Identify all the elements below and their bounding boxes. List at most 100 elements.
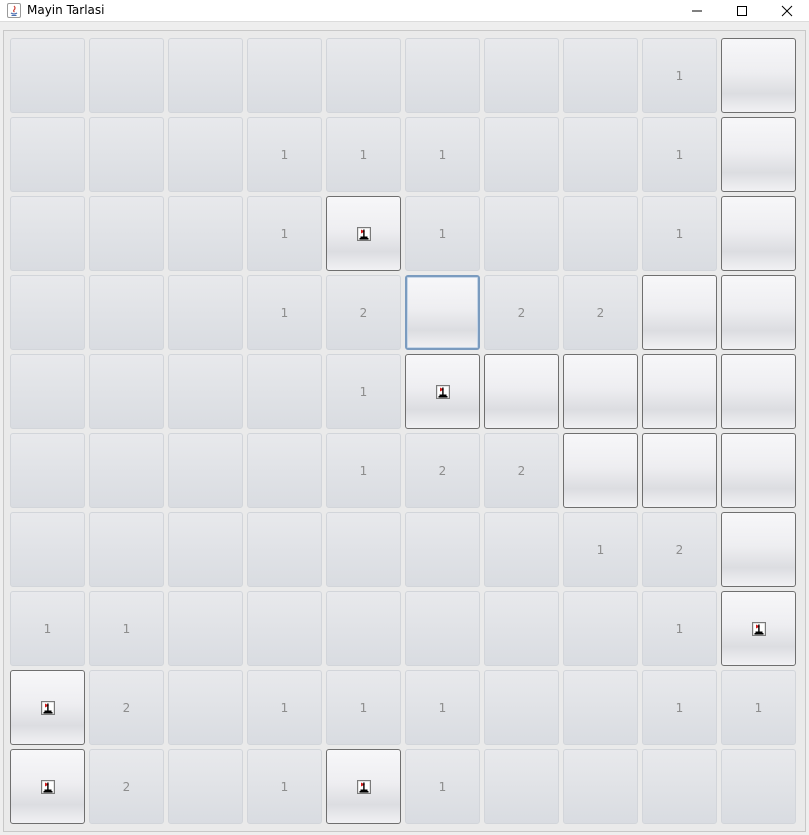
revealed-cell[interactable]	[484, 196, 559, 271]
flagged-cell[interactable]	[10, 670, 85, 745]
number-cell[interactable]: 1	[326, 354, 401, 429]
revealed-cell[interactable]	[326, 591, 401, 666]
number-cell[interactable]: 1	[721, 670, 796, 745]
number-cell[interactable]: 2	[89, 749, 164, 824]
close-button[interactable]	[764, 0, 809, 22]
revealed-cell[interactable]	[89, 38, 164, 113]
revealed-cell[interactable]	[168, 275, 243, 350]
revealed-cell[interactable]	[89, 275, 164, 350]
covered-cell[interactable]	[721, 275, 796, 350]
revealed-cell[interactable]	[326, 38, 401, 113]
revealed-cell[interactable]	[247, 38, 322, 113]
revealed-cell[interactable]	[89, 512, 164, 587]
revealed-cell[interactable]	[89, 354, 164, 429]
number-cell[interactable]: 1	[563, 512, 638, 587]
revealed-cell[interactable]	[10, 433, 85, 508]
revealed-cell[interactable]	[405, 591, 480, 666]
number-cell[interactable]: 1	[405, 196, 480, 271]
revealed-cell[interactable]	[405, 512, 480, 587]
covered-cell[interactable]	[642, 354, 717, 429]
revealed-cell[interactable]	[484, 749, 559, 824]
revealed-cell[interactable]	[563, 591, 638, 666]
revealed-cell[interactable]	[89, 117, 164, 192]
revealed-cell[interactable]	[484, 670, 559, 745]
number-cell[interactable]: 1	[10, 591, 85, 666]
maximize-button[interactable]	[719, 0, 764, 22]
revealed-cell[interactable]	[326, 512, 401, 587]
covered-cell[interactable]	[563, 433, 638, 508]
number-cell[interactable]: 1	[247, 749, 322, 824]
revealed-cell[interactable]	[10, 512, 85, 587]
flagged-cell[interactable]	[405, 354, 480, 429]
revealed-cell[interactable]	[10, 275, 85, 350]
revealed-cell[interactable]	[168, 433, 243, 508]
number-cell[interactable]: 1	[642, 591, 717, 666]
revealed-cell[interactable]	[563, 749, 638, 824]
revealed-cell[interactable]	[10, 38, 85, 113]
covered-cell[interactable]	[721, 433, 796, 508]
number-cell[interactable]: 1	[642, 196, 717, 271]
revealed-cell[interactable]	[484, 591, 559, 666]
revealed-cell[interactable]	[642, 749, 717, 824]
revealed-cell[interactable]	[10, 196, 85, 271]
number-cell[interactable]: 1	[405, 670, 480, 745]
revealed-cell[interactable]	[89, 196, 164, 271]
number-cell[interactable]: 2	[484, 433, 559, 508]
revealed-cell[interactable]	[10, 354, 85, 429]
number-cell[interactable]: 1	[247, 275, 322, 350]
number-cell[interactable]: 2	[642, 512, 717, 587]
flagged-cell[interactable]	[326, 749, 401, 824]
covered-cell[interactable]	[721, 512, 796, 587]
number-cell[interactable]: 1	[247, 670, 322, 745]
revealed-cell[interactable]	[247, 433, 322, 508]
number-cell[interactable]: 1	[89, 591, 164, 666]
revealed-cell[interactable]	[484, 117, 559, 192]
covered-cell[interactable]	[721, 117, 796, 192]
covered-cell[interactable]	[642, 275, 717, 350]
revealed-cell[interactable]	[405, 38, 480, 113]
number-cell[interactable]: 1	[326, 117, 401, 192]
number-cell[interactable]: 1	[642, 670, 717, 745]
revealed-cell[interactable]	[168, 670, 243, 745]
number-cell[interactable]: 1	[642, 117, 717, 192]
revealed-cell[interactable]	[484, 38, 559, 113]
revealed-cell[interactable]	[563, 117, 638, 192]
revealed-cell[interactable]	[89, 433, 164, 508]
number-cell[interactable]: 1	[247, 117, 322, 192]
covered-cell[interactable]	[484, 354, 559, 429]
covered-cell[interactable]	[721, 354, 796, 429]
number-cell[interactable]: 2	[326, 275, 401, 350]
number-cell[interactable]: 2	[484, 275, 559, 350]
focused-cell[interactable]	[405, 275, 480, 350]
revealed-cell[interactable]	[563, 38, 638, 113]
flagged-cell[interactable]	[10, 749, 85, 824]
revealed-cell[interactable]	[168, 117, 243, 192]
revealed-cell[interactable]	[563, 670, 638, 745]
revealed-cell[interactable]	[168, 749, 243, 824]
number-cell[interactable]: 2	[563, 275, 638, 350]
number-cell[interactable]: 1	[326, 433, 401, 508]
revealed-cell[interactable]	[247, 591, 322, 666]
revealed-cell[interactable]	[484, 512, 559, 587]
covered-cell[interactable]	[721, 38, 796, 113]
number-cell[interactable]: 1	[326, 670, 401, 745]
revealed-cell[interactable]	[247, 354, 322, 429]
revealed-cell[interactable]	[10, 117, 85, 192]
number-cell[interactable]: 1	[642, 38, 717, 113]
revealed-cell[interactable]	[721, 749, 796, 824]
covered-cell[interactable]	[642, 433, 717, 508]
revealed-cell[interactable]	[247, 512, 322, 587]
number-cell[interactable]: 2	[405, 433, 480, 508]
number-cell[interactable]: 2	[89, 670, 164, 745]
number-cell[interactable]: 1	[247, 196, 322, 271]
flagged-cell[interactable]	[326, 196, 401, 271]
revealed-cell[interactable]	[168, 512, 243, 587]
number-cell[interactable]: 1	[405, 749, 480, 824]
flagged-cell[interactable]	[721, 591, 796, 666]
covered-cell[interactable]	[721, 196, 796, 271]
revealed-cell[interactable]	[563, 196, 638, 271]
number-cell[interactable]: 1	[405, 117, 480, 192]
revealed-cell[interactable]	[168, 38, 243, 113]
revealed-cell[interactable]	[168, 196, 243, 271]
revealed-cell[interactable]	[168, 354, 243, 429]
